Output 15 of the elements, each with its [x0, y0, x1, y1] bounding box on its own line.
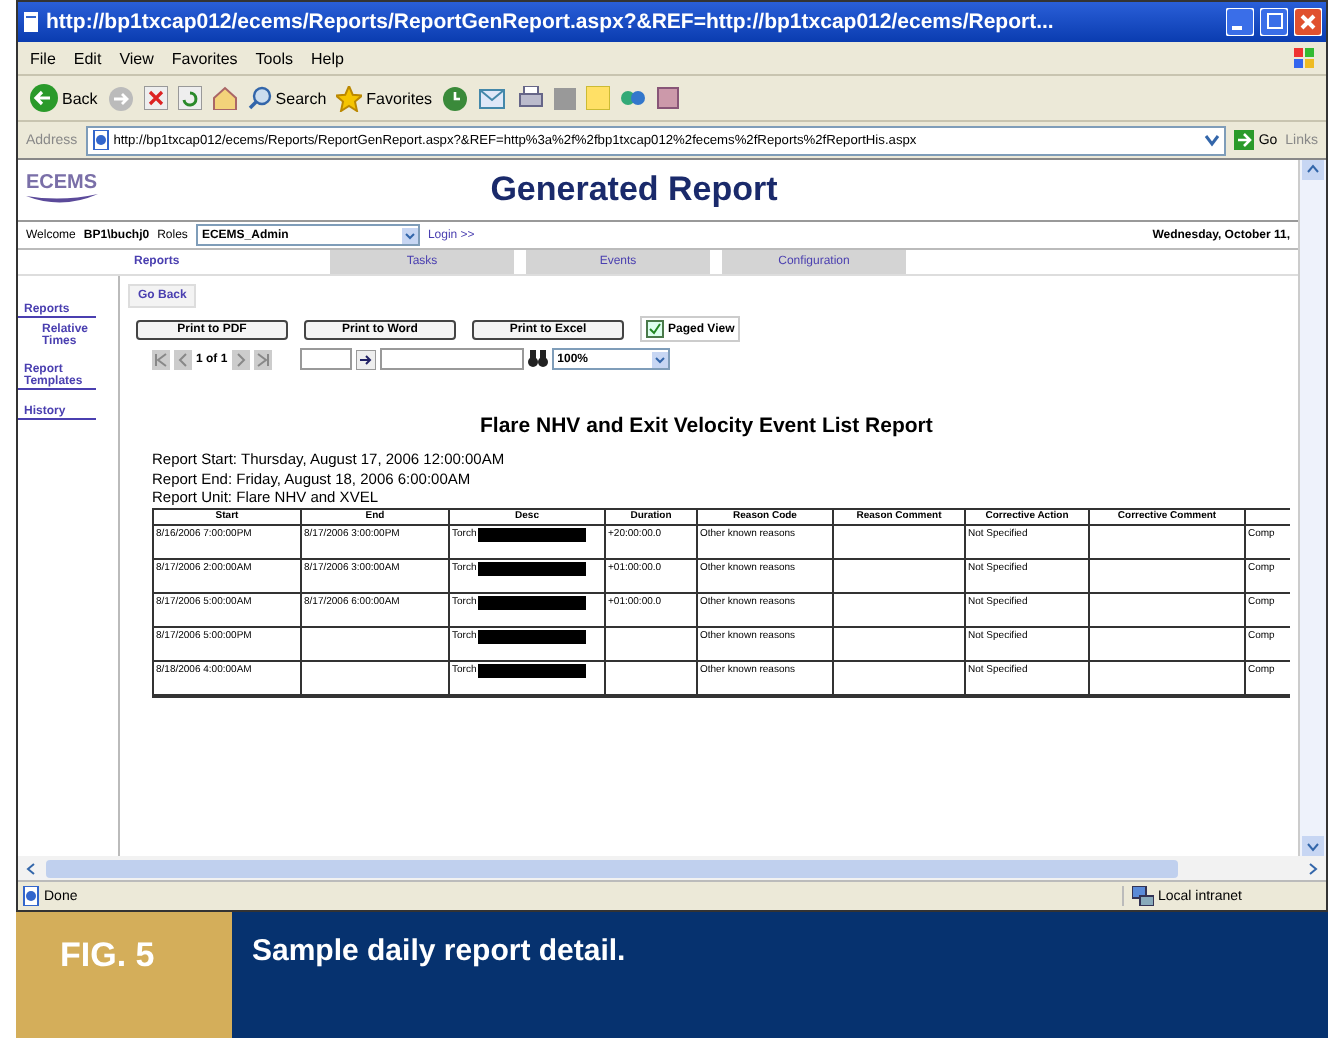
figure-caption: Sample daily report detail. [250, 932, 626, 972]
page-title: Generated Report [488, 170, 780, 210]
logo: ECEMS [26, 174, 98, 206]
menu-item[interactable]: Tools [255, 49, 293, 67]
menu-item[interactable]: Help [310, 49, 344, 67]
figure-label: FIG. 5 [16, 912, 232, 1038]
window-title: http://bp1txcap012/ecems/Reports/ReportGenReport.aspx?&REF=http://bp1txcap012/ecems/Report... [46, 10, 1056, 34]
back-button[interactable]: Back [30, 84, 98, 112]
report-title: Flare NHV and Exit Velocity Event List Report [480, 414, 935, 438]
menu-item[interactable]: File [30, 49, 56, 67]
favorites-button[interactable]: Favorites [336, 85, 433, 111]
menu-item[interactable]: Favorites [171, 49, 238, 67]
search-button[interactable]: Search [247, 86, 327, 110]
menu-item[interactable]: View [119, 49, 154, 67]
menu-item[interactable]: Edit [73, 49, 102, 67]
